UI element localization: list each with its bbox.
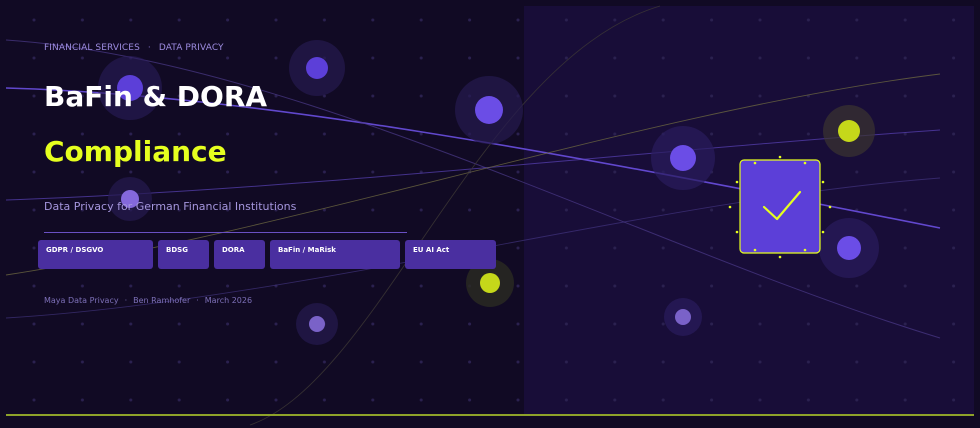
- eyebrow-separator: ·: [147, 43, 151, 53]
- eyebrow-topic: DATA PRIVACY: [158, 43, 224, 53]
- tag-gdpr: GDPR / DSGVO: [38, 240, 153, 269]
- page-title-accent: Compliance: [44, 135, 227, 168]
- page-title: BaFin & DORA: [44, 80, 268, 113]
- footer-date: March 2026: [204, 296, 253, 305]
- tag-dora: DORA: [214, 240, 265, 269]
- footer-company: Maya Data Privacy: [44, 296, 119, 305]
- tag-eu-ai-act: EU AI Act: [405, 240, 496, 269]
- footer-separator: ·: [124, 296, 128, 305]
- hero-banner: FINANCIAL SERVICES · DATA PRIVACY BaFin & …: [0, 0, 980, 428]
- footer-separator: ·: [196, 296, 199, 305]
- divider: [44, 232, 407, 233]
- footer-author: Ben Ramhofer: [133, 296, 191, 305]
- subtitle: Data Privacy for German Financial Instit…: [44, 200, 297, 213]
- bottom-accent-line: [6, 414, 974, 416]
- eyebrow: FINANCIAL SERVICES · DATA PRIVACY: [44, 43, 224, 53]
- text-content: FINANCIAL SERVICES · DATA PRIVACY BaFin & …: [0, 0, 980, 428]
- footer-credits: Maya Data Privacy · Ben Ramhofer · March 202…: [44, 296, 252, 305]
- tag-bafin-marisk: BaFin / MaRisk: [270, 240, 400, 269]
- tag-bdsg: BDSG: [158, 240, 209, 269]
- eyebrow-category: FINANCIAL SERVICES: [44, 43, 140, 53]
